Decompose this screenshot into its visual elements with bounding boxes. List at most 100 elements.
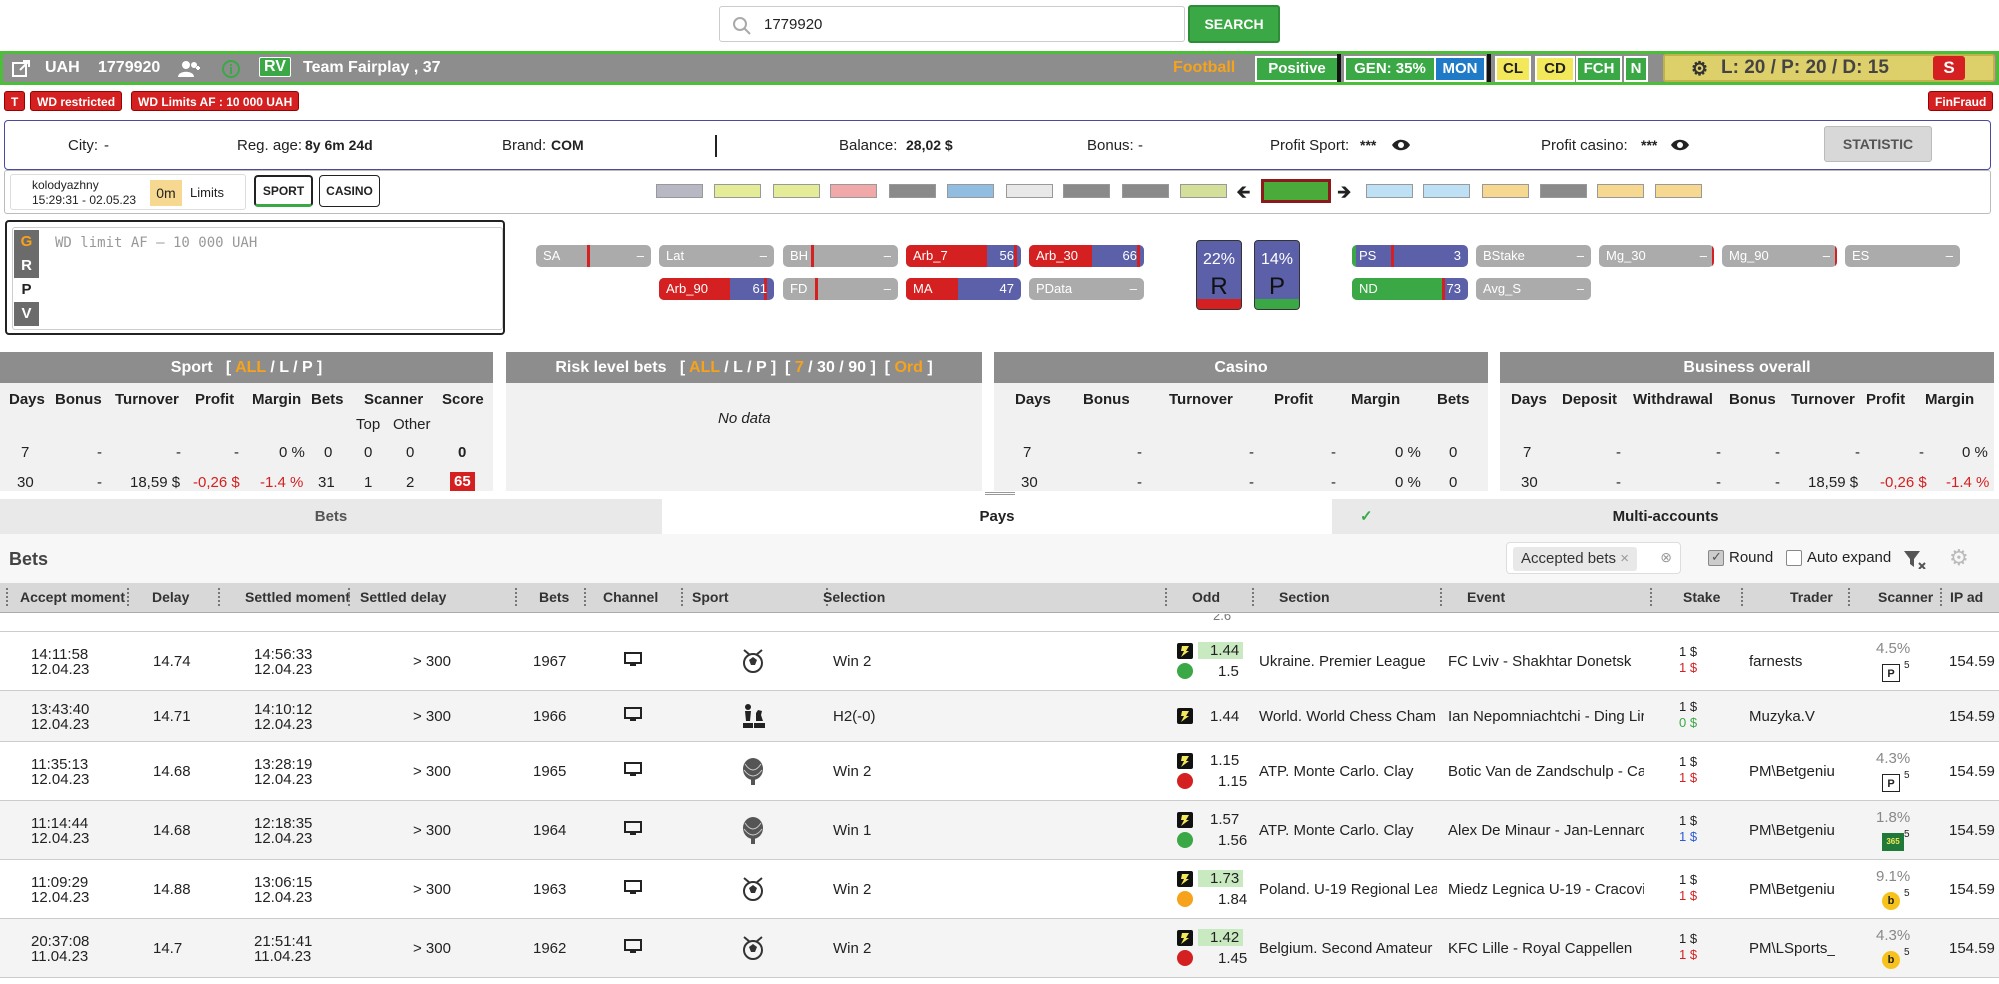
column-header-settled-moment[interactable]: Settled moment [245, 589, 350, 605]
settings-gear-icon[interactable]: ⚙ [1949, 545, 1969, 571]
filter-chip-accepted[interactable]: Accepted bets × [1513, 547, 1637, 571]
sport-filter-all[interactable]: ALL [235, 359, 266, 376]
column-header-channel[interactable]: Channel [603, 589, 658, 605]
users-icon[interactable] [178, 60, 202, 78]
column-header-section[interactable]: Section [1279, 589, 1330, 605]
activity-swatch[interactable] [1006, 184, 1053, 198]
column-resize-handle[interactable] [1940, 588, 1942, 608]
eye-icon[interactable] [1391, 137, 1411, 153]
casino-toggle-button[interactable]: CASINO [319, 175, 380, 207]
risk-filter-days[interactable]: / 30 / 90 [804, 359, 871, 376]
indicator-ma[interactable]: MA 47 [906, 278, 1021, 300]
trader[interactable]: PM\Betgenius [1749, 822, 1835, 839]
indicator-arb-90[interactable]: Arb_90 61 [659, 278, 774, 300]
column-header-bets[interactable]: Bets [539, 589, 569, 605]
table-row[interactable]: 14:11:58 12.04.23 14.74 14:56:33 12.04.23 > 3… [0, 632, 1999, 691]
clear-icon[interactable]: ⊗ [1660, 549, 1672, 566]
table-row[interactable]: 20:37:08 11.04.23 14.7 21:51:41 11.04.23 > 30… [0, 919, 1999, 978]
indicator-nd[interactable]: ND 73 [1352, 278, 1468, 300]
tab-pays[interactable]: Pays [662, 499, 1332, 534]
finfraud-badge[interactable]: FinFraud [1928, 91, 1994, 111]
resize-handle[interactable] [985, 492, 1015, 495]
risk-filter-lp[interactable]: / L / P [720, 359, 771, 376]
indicator-sa[interactable]: SA – [536, 245, 651, 267]
indicator-ps[interactable]: PS 3 [1352, 245, 1468, 267]
external-link-icon[interactable] [12, 60, 30, 78]
indicator-es[interactable]: ES – [1845, 245, 1960, 267]
column-resize-handle[interactable] [1252, 588, 1254, 608]
column-header-ip-ad[interactable]: IP ad [1950, 589, 1983, 605]
limits-panel[interactable]: ⚙ L: 20 / P: 20 / D: 15 S [1663, 54, 1995, 82]
activity-swatch[interactable] [1655, 184, 1702, 198]
activity-swatch[interactable] [773, 184, 820, 198]
activity-swatch[interactable] [1122, 184, 1169, 198]
table-row[interactable]: 11:09:29 12.04.23 14.88 13:06:15 12.04.23 > 3… [0, 860, 1999, 919]
column-resize-handle[interactable] [1165, 588, 1167, 608]
column-resize-handle[interactable] [218, 588, 220, 608]
activity-swatch[interactable] [1180, 184, 1227, 198]
activity-swatch[interactable] [1366, 184, 1413, 198]
filter-icon[interactable] [1903, 549, 1927, 569]
activity-swatch[interactable] [830, 184, 877, 198]
indicator-pdata[interactable]: PData – [1029, 278, 1144, 300]
note-letter-p[interactable]: P [14, 278, 39, 302]
column-header-event[interactable]: Event [1467, 589, 1505, 605]
s-badge[interactable]: S [1933, 56, 1965, 80]
table-row[interactable]: 11:35:13 12.04.23 14.68 13:28:19 12.04.23 > 3… [0, 742, 1999, 801]
column-resize-handle[interactable] [6, 588, 8, 608]
column-resize-handle[interactable] [1650, 588, 1652, 608]
column-resize-handle[interactable] [1848, 588, 1850, 608]
sport-toggle-button[interactable]: SPORT [254, 175, 313, 207]
activity-swatch[interactable] [889, 184, 936, 198]
activity-swatch[interactable] [1482, 184, 1529, 198]
column-header-odd[interactable]: Odd [1192, 589, 1220, 605]
activity-swatch[interactable] [1423, 184, 1470, 198]
note-letter-r[interactable]: R [14, 254, 39, 278]
indicator-fd[interactable]: FD – [783, 278, 898, 300]
arrow-left-icon[interactable]: 🡸 [1236, 180, 1251, 210]
trader[interactable]: PM\Betgenius [1749, 763, 1835, 780]
column-header-scanner[interactable]: Scanner [1878, 589, 1933, 605]
risk-filter-all[interactable]: ALL [689, 359, 720, 376]
gear-icon[interactable]: ⚙ [1691, 58, 1708, 81]
column-header-sport[interactable]: Sport [692, 589, 729, 605]
activity-swatch[interactable] [1540, 184, 1587, 198]
column-header-selection[interactable]: Selection [823, 589, 885, 605]
note-text[interactable]: WD limit AF – 10 000 UAH [55, 235, 257, 251]
chip-close-icon[interactable]: × [1620, 550, 1629, 567]
activity-swatch[interactable] [1063, 184, 1110, 198]
trader[interactable]: farnests [1749, 653, 1835, 670]
tab-multi-accounts[interactable]: ✓ Multi-accounts [1332, 499, 1999, 534]
info-circle-icon[interactable] [221, 59, 241, 79]
column-header-stake[interactable]: Stake [1683, 589, 1720, 605]
column-resize-handle[interactable] [1440, 588, 1442, 608]
indicator-arb-30[interactable]: Arb_30 66 [1029, 245, 1144, 267]
search-input[interactable] [764, 13, 1164, 35]
sport-filter-lp[interactable]: / L / P [266, 359, 317, 376]
round-checkbox[interactable]: ✓ [1708, 549, 1724, 566]
activity-swatch[interactable] [947, 184, 994, 198]
tab-bets[interactable]: Bets [0, 499, 662, 534]
indicator-arb-7[interactable]: Arb_7 56 [906, 245, 1021, 267]
indicator-avg-s[interactable]: Avg_S – [1476, 278, 1591, 300]
trader[interactable]: PM\Betgenius [1749, 881, 1835, 898]
column-resize-handle[interactable] [515, 588, 517, 608]
risk-filter-ord[interactable]: Ord [894, 359, 922, 376]
search-button[interactable]: SEARCH [1188, 5, 1280, 43]
table-row[interactable]: 11:14:44 12.04.23 14.68 12:18:35 12.04.23 > 3… [0, 801, 1999, 860]
table-row[interactable]: 13:43:40 12.04.23 14.71 14:10:12 12.04.23 > 3… [0, 691, 1999, 742]
activity-swatch[interactable] [714, 184, 761, 198]
column-header-settled-delay[interactable]: Settled delay [360, 589, 446, 605]
arrow-right-icon[interactable]: 🡺 [1337, 180, 1352, 210]
activity-swatch[interactable] [656, 184, 703, 198]
column-header-delay[interactable]: Delay [152, 589, 189, 605]
column-resize-handle[interactable] [681, 588, 683, 608]
indicator-mg-30[interactable]: Mg_30 – [1599, 245, 1714, 267]
eye-icon[interactable] [1670, 137, 1690, 153]
column-resize-handle[interactable] [127, 588, 129, 608]
limits-link[interactable]: Limits [190, 185, 224, 200]
column-resize-handle[interactable] [348, 588, 350, 608]
note-letter-v[interactable]: V [14, 302, 39, 326]
indicator-bh[interactable]: BH – [783, 245, 898, 267]
note-letter-g[interactable]: G [14, 230, 39, 254]
